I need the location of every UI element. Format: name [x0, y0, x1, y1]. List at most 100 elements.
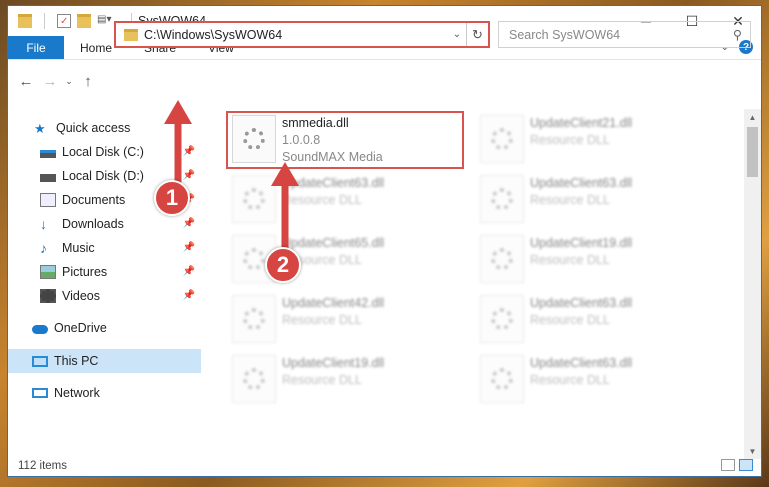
dll-file-icon — [232, 355, 276, 403]
file-name: UpdateClient63.dll — [530, 296, 633, 310]
forward-button[interactable]: → — [38, 69, 62, 93]
navigation-bar: ← → ⌄ ↑ — [8, 61, 761, 101]
sidebar-item-label: Music — [62, 241, 95, 255]
address-path[interactable]: C:\Windows\SysWOW64 — [144, 28, 448, 42]
file-item[interactable]: UpdateClient63.dll Resource DLL — [480, 175, 720, 231]
videos-icon — [40, 289, 56, 303]
properties-icon[interactable]: ✓ — [57, 14, 71, 28]
file-name: UpdateClient21.dll — [530, 116, 633, 130]
scroll-thumb[interactable] — [747, 127, 758, 177]
sidebar-item-label: OneDrive — [54, 321, 107, 335]
pin-icon[interactable]: 📌 — [183, 242, 195, 253]
pin-icon[interactable]: 📌 — [183, 218, 195, 229]
search-icon[interactable]: ⚲ — [733, 27, 742, 42]
sidebar-item-pictures[interactable]: Pictures 📌 — [8, 260, 201, 284]
dll-file-icon — [480, 295, 524, 343]
file-item[interactable]: UpdateClient63.dll Resource DLL — [232, 175, 472, 231]
pictures-icon — [40, 265, 56, 279]
dll-file-icon — [480, 115, 524, 163]
step-marker-2: 2 — [265, 247, 301, 283]
file-description: Resource DLL — [530, 133, 610, 147]
address-dropdown-icon[interactable]: ⌄ — [448, 29, 466, 40]
sidebar-item-label: Documents — [62, 193, 126, 207]
sidebar-item-label: Network — [54, 386, 100, 400]
sidebar-item-label: Local Disk (C:) — [62, 145, 144, 159]
dll-file-icon — [480, 235, 524, 283]
sidebar-item-local-disk-c[interactable]: Local Disk (C:) 📌 — [8, 140, 201, 164]
tab-file[interactable]: File — [8, 36, 64, 59]
pin-icon[interactable]: 📌 — [183, 266, 195, 277]
drive-icon — [40, 150, 56, 158]
documents-icon — [40, 193, 56, 207]
file-item[interactable]: UpdateClient19.dll Resource DLL — [232, 355, 472, 411]
sidebar-item-label: This PC — [54, 354, 99, 368]
file-name: UpdateClient63.dll — [530, 356, 633, 370]
file-item[interactable]: UpdateClient21.dll Resource DLL — [480, 115, 720, 171]
up-button[interactable]: ↑ — [76, 69, 100, 93]
sidebar-item-onedrive[interactable]: OneDrive — [8, 316, 201, 340]
new-folder-icon[interactable] — [77, 14, 91, 28]
file-item[interactable]: UpdateClient63.dll Resource DLL — [480, 355, 720, 411]
address-bar[interactable]: C:\Windows\SysWOW64 ⌄ ↻ — [114, 21, 490, 48]
highlight-box-file — [226, 111, 464, 169]
file-name: UpdateClient42.dll — [282, 296, 385, 310]
file-list: smmedia.dll 1.0.0.8 SoundMAX Media Updat… — [212, 109, 735, 459]
file-description: Resource DLL — [530, 313, 610, 327]
view-switcher — [721, 459, 753, 471]
sidebar-item-label: Downloads — [62, 217, 124, 231]
sidebar-item-label: Pictures — [62, 265, 108, 279]
sidebar-item-quick-access[interactable]: ★ Quick access — [8, 116, 201, 140]
folder-icon — [18, 14, 32, 28]
scroll-up-icon[interactable]: ▲ — [744, 109, 761, 125]
pin-icon[interactable]: 📌 — [183, 146, 195, 157]
search-input[interactable]: Search SysWOW64 ⚲ — [498, 21, 751, 48]
file-item[interactable]: UpdateClient19.dll Resource DLL — [480, 235, 720, 291]
step-marker-1: 1 — [154, 180, 190, 216]
refresh-icon[interactable]: ↻ — [466, 23, 488, 46]
dll-file-icon — [480, 175, 524, 223]
navigation-pane: ★ Quick access Local Disk (C:) 📌 Local D… — [8, 111, 201, 456]
downloads-icon: ↓ — [40, 216, 47, 232]
file-item[interactable]: UpdateClient42.dll Resource DLL — [232, 295, 472, 351]
sidebar-item-label: Local Disk (D:) — [62, 169, 144, 183]
status-bar: 112 items — [8, 456, 761, 476]
sidebar-item-music[interactable]: ♪ Music 📌 — [8, 236, 201, 260]
sidebar-item-this-pc[interactable]: This PC — [8, 349, 201, 373]
vertical-scrollbar[interactable]: ▲ ▼ — [744, 109, 761, 459]
file-description: Resource DLL — [530, 373, 610, 387]
pin-icon[interactable]: 📌 — [183, 290, 195, 301]
file-name: UpdateClient63.dll — [282, 176, 385, 190]
details-view-icon[interactable] — [721, 459, 735, 471]
file-name: UpdateClient63.dll — [530, 176, 633, 190]
file-item[interactable]: UpdateClient63.dll Resource DLL — [480, 295, 720, 351]
recent-locations-icon[interactable]: ⌄ — [62, 69, 76, 93]
dll-file-icon — [232, 175, 276, 223]
sidebar-item-network[interactable]: Network — [8, 381, 201, 405]
dll-file-icon — [480, 355, 524, 403]
drive-icon — [40, 174, 56, 182]
dll-file-icon — [232, 295, 276, 343]
cloud-icon — [32, 325, 48, 334]
file-name: UpdateClient19.dll — [282, 356, 385, 370]
search-placeholder: Search SysWOW64 — [509, 27, 621, 42]
file-description: Resource DLL — [282, 193, 362, 207]
sidebar-item-label: Videos — [62, 289, 100, 303]
divider — [44, 13, 45, 29]
sidebar-item-videos[interactable]: Videos 📌 — [8, 284, 201, 308]
folder-icon — [124, 28, 138, 41]
computer-icon — [32, 355, 48, 367]
back-button[interactable]: ← — [14, 69, 38, 93]
music-icon: ♪ — [40, 240, 47, 256]
file-description: Resource DLL — [282, 313, 362, 327]
large-icons-view-icon[interactable] — [739, 459, 753, 471]
file-description: Resource DLL — [282, 373, 362, 387]
star-icon: ★ — [34, 121, 46, 136]
explorer-window: ✓ ▤▾ SysWOW64 ─ ☐ ✕ File Home Share View… — [8, 6, 761, 476]
pin-icon[interactable]: 📌 — [183, 170, 195, 181]
network-icon — [32, 388, 48, 398]
item-count: 112 items — [18, 460, 68, 472]
sidebar-item-label: Quick access — [56, 121, 131, 135]
file-name: UpdateClient65.dll — [282, 236, 385, 250]
file-description: Resource DLL — [530, 193, 610, 207]
file-name: UpdateClient19.dll — [530, 236, 633, 250]
